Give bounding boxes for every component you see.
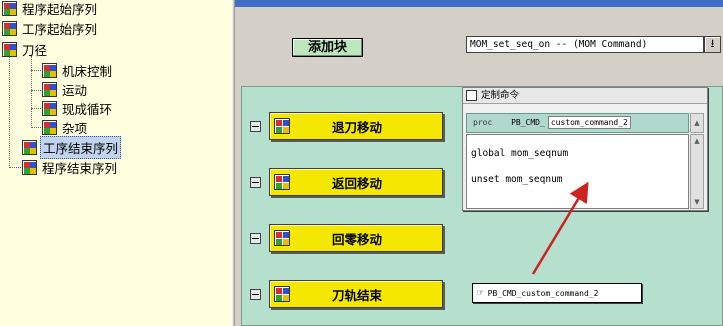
event-block-label: 退刀移动 — [331, 119, 382, 135]
proc-prefix: PB_CMD_ — [511, 118, 545, 127]
proc-keyword: proc — [473, 118, 493, 127]
scroll-down-icon[interactable]: ▼ — [691, 196, 703, 208]
sequence-editor: 添加块 MOM_set_seq_on -- (MOM Command) ⭳ 退刀… — [235, 0, 723, 326]
event-icon — [274, 174, 290, 190]
custom-command-tag-label: PB_CMD_custom_command_2 — [487, 289, 599, 298]
tree-connector — [31, 127, 41, 128]
command-select[interactable]: MOM_set_seq_on -- (MOM Command) — [466, 36, 704, 53]
download-arrow-icon[interactable]: ⭳ — [704, 36, 721, 53]
tree-connector — [31, 90, 41, 91]
popup-title: 定制命令 — [481, 90, 520, 101]
popup-title-bar[interactable]: 定制命令 — [463, 88, 707, 104]
block-row: 回零移动 — [250, 223, 443, 253]
collapse-icon[interactable] — [250, 176, 261, 188]
event-icon — [274, 286, 290, 302]
tree-item-label: 机床控制 — [62, 63, 113, 79]
custom-command-tag[interactable]: ☞ PB_CMD_custom_command_2 — [472, 283, 642, 303]
sequence-icon — [42, 119, 57, 135]
scrollbar[interactable]: ▲ ▼ — [690, 134, 704, 209]
sequence-canvas: 退刀移动 返回移动 回零移动 刀轨结束 ☞ PB_CMD_custom_comm… — [241, 86, 723, 326]
tree-item-label: 运动 — [62, 82, 88, 98]
collapse-icon[interactable] — [250, 120, 261, 132]
tree-item-motion[interactable]: 运动 — [42, 79, 89, 99]
tree-item-program-end[interactable]: 程序结束序列 — [22, 157, 119, 177]
sequence-icon — [2, 20, 17, 36]
code-line: unset mom_seqnum — [471, 174, 563, 185]
event-block-label: 刀轨结束 — [331, 287, 382, 303]
app-icon — [466, 90, 477, 101]
event-icon — [274, 230, 290, 246]
header-bar — [235, 0, 723, 7]
tree-item-label: 程序结束序列 — [42, 160, 118, 176]
sequence-icon — [42, 100, 57, 116]
scrollbar[interactable]: ▲ — [690, 113, 704, 133]
tree-item-canned-cycle[interactable]: 现成循环 — [42, 98, 114, 118]
event-block[interactable]: 退刀移动 — [269, 112, 443, 140]
scroll-up-icon[interactable]: ▲ — [691, 135, 703, 147]
tree-item-operation-end[interactable]: 工序结束序列 — [22, 135, 122, 159]
sequence-icon — [2, 0, 17, 16]
tree-connector — [9, 167, 21, 168]
sequence-icon — [42, 62, 57, 78]
code-line: global mom_seqnum — [471, 148, 569, 159]
tree-item-toolpath[interactable]: 刀径 — [2, 39, 49, 59]
event-block[interactable]: 返回移动 — [269, 168, 443, 196]
tree-item-misc[interactable]: 杂项 — [42, 117, 89, 137]
event-block-label: 返回移动 — [331, 175, 382, 191]
block-row: 刀轨结束 — [250, 279, 443, 309]
collapse-icon[interactable] — [250, 232, 261, 244]
event-block[interactable]: 刀轨结束 — [269, 280, 443, 308]
event-block[interactable]: 回零移动 — [269, 224, 443, 252]
block-row: 返回移动 — [250, 167, 443, 197]
tree-connector — [31, 70, 41, 71]
pointing-hand-icon: ☞ — [477, 286, 484, 299]
proc-name-field[interactable]: custom_command_2 — [547, 116, 631, 129]
custom-command-popup: 定制命令 proc PB_CMD_ custom_command_2 ▲ glob… — [462, 87, 708, 211]
tree-item-label: 杂项 — [62, 120, 88, 136]
event-block-label: 回零移动 — [331, 231, 382, 247]
sequence-icon — [22, 159, 37, 175]
sequence-tree: 程序起始序列 工序起始序列 刀径 机床控制 运动 现成循环 杂项 工序结束序列 … — [0, 0, 232, 326]
sequence-icon — [2, 41, 17, 57]
command-code-editor[interactable]: global mom_seqnum unset mom_seqnum — [466, 134, 689, 209]
block-row: 退刀移动 — [250, 111, 443, 141]
tree-item-program-start[interactable]: 程序起始序列 — [2, 0, 99, 18]
collapse-icon[interactable] — [250, 288, 261, 300]
tree-item-operation-start[interactable]: 工序起始序列 — [2, 18, 99, 38]
tree-connector — [31, 108, 41, 109]
tree-item-label: 刀径 — [22, 42, 48, 58]
tree-connector — [31, 56, 32, 128]
sequence-icon — [22, 139, 37, 155]
sequence-icon — [42, 81, 57, 97]
tree-connector — [9, 48, 10, 168]
tree-item-label: 工序结束序列 — [40, 135, 122, 159]
tree-item-label: 现成循环 — [62, 101, 113, 117]
tree-item-label: 程序起始序列 — [22, 1, 98, 17]
add-block-button[interactable]: 添加块 — [292, 38, 363, 57]
proc-header: proc PB_CMD_ custom_command_2 — [466, 113, 689, 133]
event-icon — [274, 118, 290, 134]
tree-item-label: 工序起始序列 — [22, 21, 98, 37]
tree-item-machine-control[interactable]: 机床控制 — [42, 60, 114, 80]
